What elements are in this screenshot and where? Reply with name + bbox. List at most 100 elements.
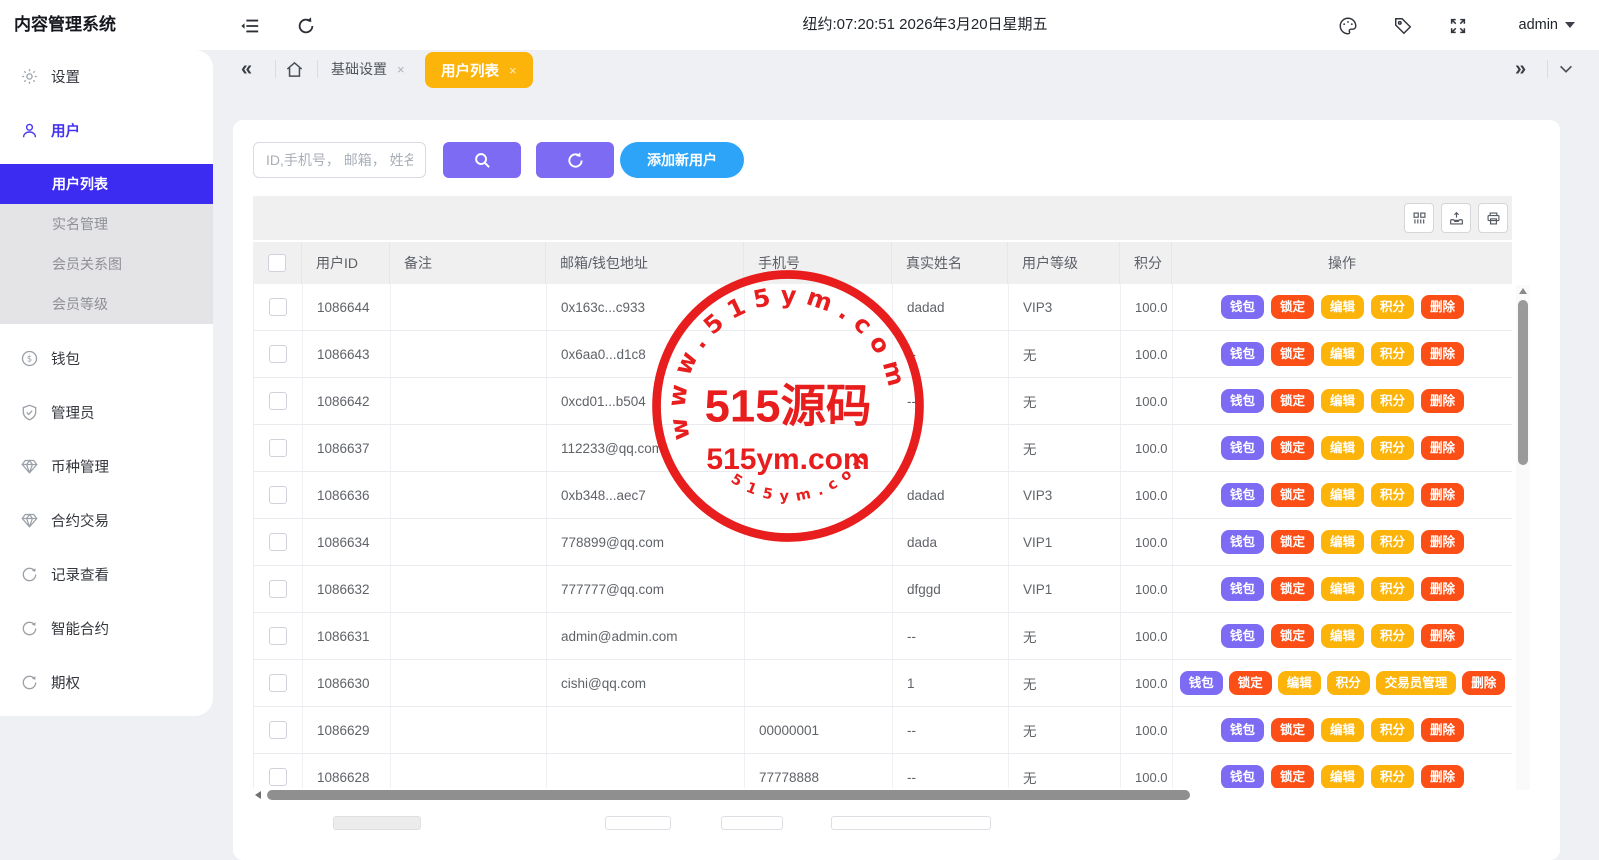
wallet-button[interactable]: 钱包 (1221, 530, 1264, 555)
sidebar-subitem-2[interactable]: 用户列表 (0, 164, 213, 204)
tabs-scroll-left[interactable]: « (241, 50, 252, 88)
wallet-button[interactable]: 钱包 (1221, 718, 1264, 743)
tag-icon[interactable] (1393, 16, 1413, 36)
edit-button[interactable]: 编辑 (1321, 342, 1364, 367)
sidebar-item-10[interactable]: 记录查看 (0, 554, 213, 594)
vertical-scrollbar-thumb[interactable] (1518, 300, 1528, 465)
close-icon[interactable]: × (509, 63, 517, 78)
sidebar-item-0[interactable]: 设置 (0, 56, 213, 96)
points-button[interactable]: 积分 (1371, 765, 1414, 790)
delete-button[interactable]: 删除 (1421, 624, 1464, 649)
lock-button[interactable]: 锁定 (1271, 389, 1314, 414)
wallet-button[interactable]: 钱包 (1221, 765, 1264, 790)
row-checkbox[interactable] (269, 533, 287, 551)
edit-button[interactable]: 编辑 (1321, 295, 1364, 320)
select-all-checkbox[interactable] (268, 254, 286, 272)
vertical-scrollbar[interactable] (1516, 285, 1530, 790)
lock-button[interactable]: 锁定 (1271, 295, 1314, 320)
lock-button[interactable]: 锁定 (1271, 624, 1314, 649)
points-button[interactable]: 积分 (1371, 342, 1414, 367)
points-button[interactable]: 积分 (1371, 295, 1414, 320)
delete-button[interactable]: 删除 (1421, 342, 1464, 367)
sidebar-item-12[interactable]: 期权 (0, 662, 213, 702)
print-icon[interactable] (1478, 203, 1508, 233)
wallet-button[interactable]: 钱包 (1221, 342, 1264, 367)
lock-button[interactable]: 锁定 (1271, 483, 1314, 508)
columns-icon[interactable] (1404, 203, 1434, 233)
lock-button[interactable]: 锁定 (1271, 342, 1314, 367)
delete-button[interactable]: 删除 (1421, 577, 1464, 602)
row-checkbox[interactable] (269, 580, 287, 598)
points-button[interactable]: 积分 (1371, 577, 1414, 602)
menu-fold-icon[interactable] (240, 16, 260, 36)
row-checkbox[interactable] (269, 298, 287, 316)
sidebar-item-11[interactable]: 智能合约 (0, 608, 213, 648)
edit-button[interactable]: 编辑 (1321, 765, 1364, 790)
row-checkbox[interactable] (269, 439, 287, 457)
points-button[interactable]: 积分 (1371, 718, 1414, 743)
points-button[interactable]: 积分 (1371, 436, 1414, 461)
wallet-button[interactable]: 钱包 (1221, 483, 1264, 508)
sidebar-item-9[interactable]: 合约交易 (0, 500, 213, 540)
lock-button[interactable]: 锁定 (1271, 530, 1314, 555)
edit-button[interactable]: 编辑 (1321, 389, 1364, 414)
wallet-button[interactable]: 钱包 (1221, 389, 1264, 414)
pagination-button[interactable] (721, 816, 783, 830)
wallet-button[interactable]: 钱包 (1221, 436, 1264, 461)
horizontal-scrollbar-thumb[interactable] (267, 790, 1190, 800)
points-button[interactable]: 积分 (1371, 530, 1414, 555)
add-user-button[interactable]: 添加新用户 (620, 142, 744, 178)
points-button[interactable]: 积分 (1371, 389, 1414, 414)
row-checkbox[interactable] (269, 674, 287, 692)
edit-button[interactable]: 编辑 (1321, 624, 1364, 649)
edit-button[interactable]: 编辑 (1321, 530, 1364, 555)
lock-button[interactable]: 锁定 (1271, 718, 1314, 743)
sidebar-item-1[interactable]: 用户 (0, 110, 213, 150)
delete-button[interactable]: 删除 (1421, 436, 1464, 461)
pagination-button[interactable] (605, 816, 671, 830)
tabs-menu-chevron-down-icon[interactable] (1557, 50, 1575, 88)
sidebar-item-7[interactable]: 管理员 (0, 392, 213, 432)
delete-button[interactable]: 删除 (1421, 765, 1464, 790)
row-checkbox[interactable] (269, 627, 287, 645)
tab-basic-settings[interactable]: 基础设置 × (331, 50, 405, 88)
row-checkbox[interactable] (269, 768, 287, 786)
refresh-list-button[interactable] (536, 142, 614, 178)
row-checkbox[interactable] (269, 486, 287, 504)
sidebar-subitem-5[interactable]: 会员等级 (0, 284, 213, 324)
delete-button[interactable]: 删除 (1421, 389, 1464, 414)
tabs-scroll-right[interactable]: » (1515, 50, 1526, 88)
fullscreen-icon[interactable] (1448, 16, 1468, 36)
pagination-button[interactable] (831, 816, 991, 830)
tab-user-list[interactable]: 用户列表 × (425, 52, 533, 88)
horizontal-scrollbar[interactable] (253, 788, 1512, 802)
lock-button[interactable]: 锁定 (1271, 577, 1314, 602)
delete-button[interactable]: 删除 (1421, 718, 1464, 743)
home-icon[interactable] (285, 50, 304, 88)
refresh-icon[interactable] (296, 16, 316, 36)
delete-button[interactable]: 删除 (1462, 671, 1505, 696)
points-button[interactable]: 积分 (1371, 483, 1414, 508)
edit-button[interactable]: 编辑 (1321, 718, 1364, 743)
wallet-button[interactable]: 钱包 (1221, 295, 1264, 320)
edit-button[interactable]: 编辑 (1321, 436, 1364, 461)
points-button[interactable]: 积分 (1327, 671, 1370, 696)
lock-button[interactable]: 锁定 (1229, 671, 1272, 696)
search-button[interactable] (443, 142, 521, 178)
scroll-left-arrow-icon[interactable] (255, 791, 261, 799)
lock-button[interactable]: 锁定 (1271, 765, 1314, 790)
delete-button[interactable]: 删除 (1421, 483, 1464, 508)
trader-button[interactable]: 交易员管理 (1376, 671, 1457, 696)
delete-button[interactable]: 删除 (1421, 295, 1464, 320)
scroll-up-arrow-icon[interactable] (1519, 288, 1527, 294)
edit-button[interactable]: 编辑 (1321, 483, 1364, 508)
export-icon[interactable] (1441, 203, 1471, 233)
wallet-button[interactable]: 钱包 (1221, 577, 1264, 602)
wallet-button[interactable]: 钱包 (1180, 671, 1223, 696)
row-checkbox[interactable] (269, 721, 287, 739)
points-button[interactable]: 积分 (1371, 624, 1414, 649)
close-icon[interactable]: × (397, 62, 405, 77)
row-checkbox[interactable] (269, 345, 287, 363)
sidebar-item-8[interactable]: 币种管理 (0, 446, 213, 486)
delete-button[interactable]: 删除 (1421, 530, 1464, 555)
